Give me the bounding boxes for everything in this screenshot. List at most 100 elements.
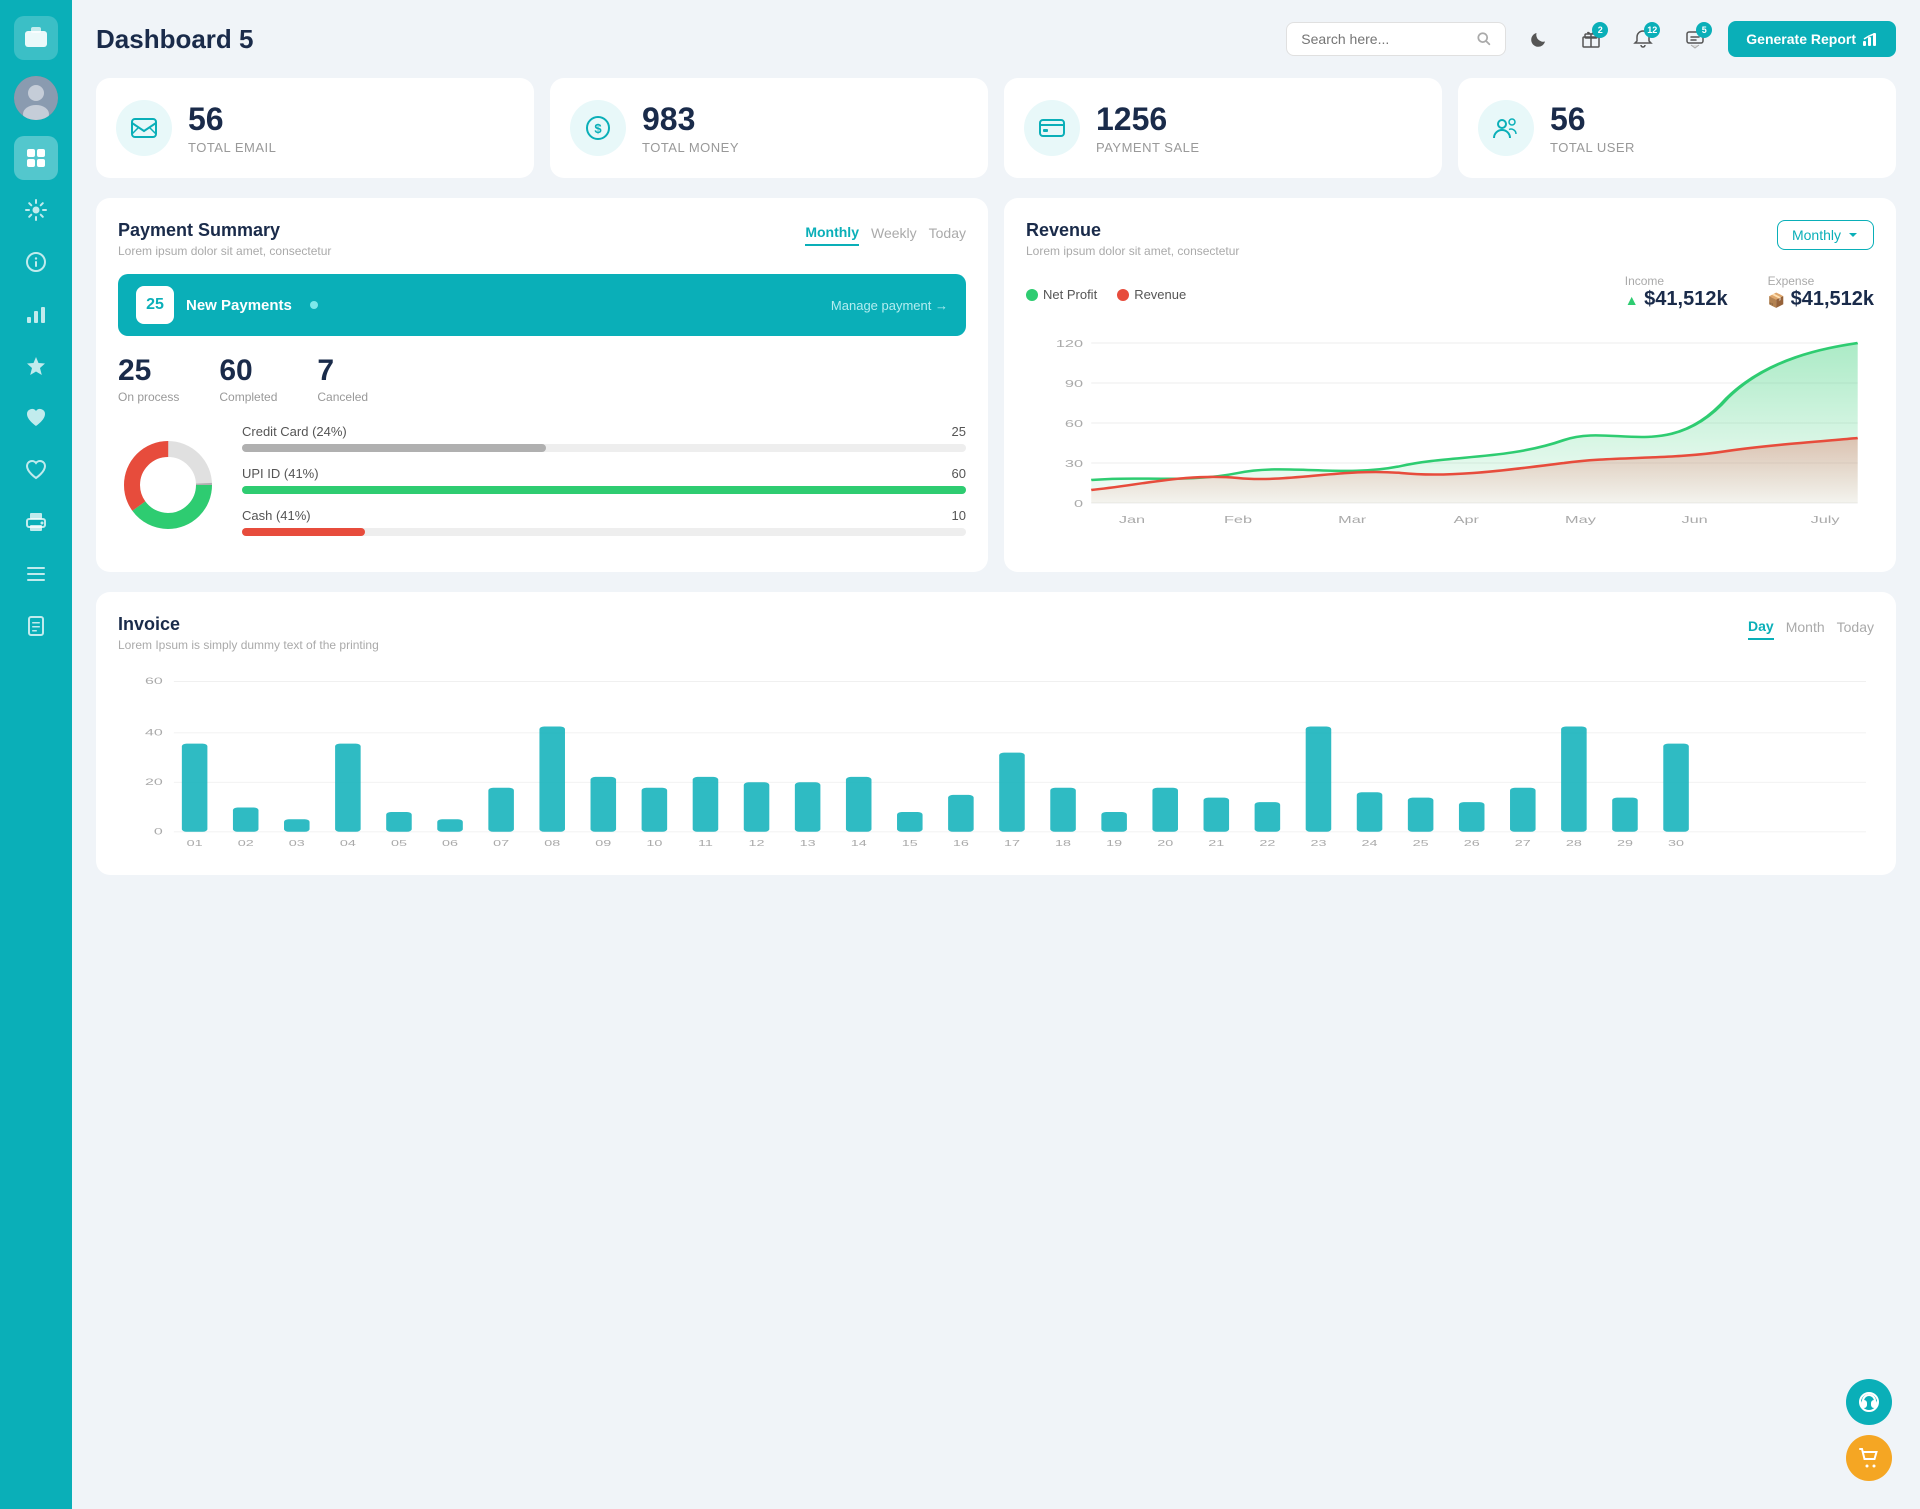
panels-row: Payment Summary Lorem ipsum dolor sit am… (96, 198, 1896, 572)
sidebar-item-settings[interactable] (14, 188, 58, 232)
bar-08 (539, 727, 565, 832)
payment-stats-mini: 25 On process 60 Completed 7 Canceled (118, 354, 966, 404)
svg-text:Jan: Jan (1119, 514, 1145, 525)
manage-payment-link[interactable]: Manage payment → (831, 298, 948, 313)
svg-text:60: 60 (1065, 418, 1083, 429)
moon-icon (1530, 30, 1548, 48)
support-fab[interactable] (1846, 1379, 1892, 1425)
svg-text:$: $ (594, 121, 602, 136)
sidebar-item-print[interactable] (14, 500, 58, 544)
expense-value: 📦 $41,512k (1768, 288, 1874, 311)
svg-text:16: 16 (953, 839, 969, 848)
new-payments-label: New Payments (186, 297, 292, 314)
bar-21 (1204, 798, 1230, 832)
bar-30 (1663, 744, 1689, 832)
bar-fill-credit (242, 444, 546, 452)
new-payments-dot (310, 301, 318, 309)
donut-chart (118, 435, 218, 540)
bar-value-upi: 60 (952, 466, 966, 481)
payment-tab-weekly[interactable]: Weekly (871, 221, 917, 245)
svg-text:60: 60 (145, 676, 163, 686)
svg-text:09: 09 (595, 839, 611, 848)
income-item: Income ▲ $41,512k (1625, 274, 1728, 311)
bar-item-cash: Cash (41%) 10 (242, 508, 966, 536)
svg-text:07: 07 (493, 839, 509, 848)
avatar[interactable] (14, 76, 58, 120)
generate-report-button[interactable]: Generate Report (1728, 21, 1896, 57)
bar-25 (1408, 798, 1434, 832)
svg-text:15: 15 (902, 839, 918, 848)
sidebar-item-heart2[interactable] (14, 448, 58, 492)
svg-text:0: 0 (1074, 498, 1083, 509)
completed-label: Completed (219, 390, 277, 404)
invoice-tab-day[interactable]: Day (1748, 614, 1774, 640)
header: Dashboard 5 (96, 20, 1896, 58)
payment-summary-subtitle: Lorem ipsum dolor sit amet, consectetur (118, 244, 331, 258)
payment-tab-monthly[interactable]: Monthly (805, 220, 859, 246)
bar-24 (1357, 792, 1383, 832)
svg-text:120: 120 (1056, 338, 1083, 349)
svg-text:02: 02 (238, 839, 254, 848)
payment-tab-today[interactable]: Today (929, 221, 966, 245)
stat-payment-number: 1256 (1096, 101, 1200, 138)
revenue-title: Revenue (1026, 220, 1239, 241)
sidebar-item-dashboard[interactable] (14, 136, 58, 180)
svg-text:Feb: Feb (1224, 514, 1252, 525)
bar-03 (284, 819, 310, 832)
on-process-label: On process (118, 390, 179, 404)
gift-button[interactable]: 2 (1572, 20, 1610, 58)
search-input[interactable] (1301, 31, 1469, 47)
bar-value-credit: 25 (952, 424, 966, 439)
sidebar-item-docs[interactable] (14, 604, 58, 648)
stats-row: 56 TOTAL EMAIL $ 983 TOTAL MONEY (96, 78, 1896, 178)
bar-10 (642, 788, 668, 832)
search-box (1286, 22, 1506, 56)
revenue-dropdown[interactable]: Monthly (1777, 220, 1874, 250)
svg-text:03: 03 (289, 839, 305, 848)
sidebar-logo[interactable] (14, 16, 58, 60)
bar-09 (591, 777, 617, 832)
invoice-tab-month[interactable]: Month (1786, 615, 1825, 639)
cart-fab[interactable] (1846, 1435, 1892, 1481)
sidebar-item-info[interactable] (14, 240, 58, 284)
invoice-subtitle: Lorem Ipsum is simply dummy text of the … (118, 638, 379, 652)
payment-bars: Credit Card (24%) 25 UPI ID (41%) 60 (242, 424, 966, 550)
stat-money-number: 983 (642, 101, 739, 138)
payment-summary-header: Payment Summary Lorem ipsum dolor sit am… (118, 220, 966, 258)
bar-19 (1101, 812, 1127, 832)
fab-group (1846, 1379, 1892, 1481)
invoice-chart: 60 40 20 0 (118, 668, 1874, 853)
bar-07 (488, 788, 514, 832)
svg-text:05: 05 (391, 839, 407, 848)
gift-badge: 2 (1592, 22, 1608, 38)
sidebar-item-analytics[interactable] (14, 292, 58, 336)
sidebar-item-star[interactable] (14, 344, 58, 388)
dark-mode-button[interactable] (1520, 20, 1558, 58)
svg-text:13: 13 (800, 839, 816, 848)
svg-text:Apr: Apr (1454, 514, 1480, 525)
payment-summary-title: Payment Summary (118, 220, 331, 241)
bar-17 (999, 753, 1025, 832)
svg-text:July: July (1811, 514, 1840, 525)
bell-button[interactable]: 12 (1624, 20, 1662, 58)
bar-20 (1152, 788, 1178, 832)
bar-05 (386, 812, 412, 832)
message-button[interactable]: 5 (1676, 20, 1714, 58)
sidebar-item-heart[interactable] (14, 396, 58, 440)
svg-text:22: 22 (1259, 839, 1275, 848)
on-process-value: 25 (118, 354, 179, 388)
canceled-value: 7 (317, 354, 368, 388)
canceled-label: Canceled (317, 390, 368, 404)
stat-email-number: 56 (188, 101, 276, 138)
new-payments-count: 25 (136, 286, 174, 324)
message-badge: 5 (1696, 22, 1712, 38)
stat-user-label: TOTAL USER (1550, 140, 1635, 155)
stat-card-money: $ 983 TOTAL MONEY (550, 78, 988, 178)
sidebar-item-list[interactable] (14, 552, 58, 596)
svg-text:23: 23 (1310, 839, 1326, 848)
chevron-down-icon (1847, 229, 1859, 241)
revenue-header: Revenue Lorem ipsum dolor sit amet, cons… (1026, 220, 1874, 258)
invoice-tab-group: Day Month Today (1748, 614, 1874, 640)
invoice-tab-today[interactable]: Today (1837, 615, 1874, 639)
svg-text:25: 25 (1413, 839, 1429, 848)
